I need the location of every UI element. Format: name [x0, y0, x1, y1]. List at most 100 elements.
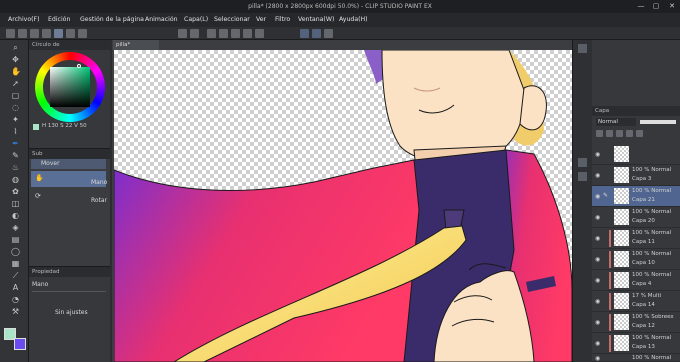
layer-row[interactable]: ◉ 100 % Normal Capa 20: [592, 207, 680, 228]
menu-capa[interactable]: Capa(L): [184, 13, 208, 27]
hand-icon[interactable]: ✋: [11, 67, 21, 76]
fill-selection-icon[interactable]: [231, 29, 240, 38]
save-icon[interactable]: [30, 29, 39, 38]
eye-icon[interactable]: ◉: [595, 235, 600, 242]
snap-special-ruler-icon[interactable]: [312, 29, 321, 38]
eye-icon[interactable]: ◉: [595, 214, 600, 221]
blend-icon[interactable]: ◐: [11, 211, 20, 220]
layer-mode: 100 % Normal: [632, 272, 672, 278]
clip-layer-icon[interactable]: [596, 130, 603, 137]
tool-property-tab[interactable]: Propiedad: [32, 269, 59, 275]
clear-icon[interactable]: [207, 29, 216, 38]
eye-icon[interactable]: ◉: [595, 256, 600, 263]
menu-edicion[interactable]: Edición: [48, 13, 70, 27]
menu-animacion[interactable]: Animación: [145, 13, 178, 27]
lock-icon[interactable]: [616, 130, 623, 137]
menu-gestion-pagina[interactable]: Gestión de la página: [80, 13, 144, 27]
invert-selection-icon[interactable]: [255, 29, 264, 38]
correction-icon[interactable]: ⚒: [11, 307, 20, 316]
layer-row[interactable]: ◉ 100 % Normal Capa 11: [592, 228, 680, 249]
layer-row[interactable]: ◉: [592, 144, 680, 165]
pencil-icon[interactable]: ✎: [11, 151, 20, 160]
balloon-icon[interactable]: ◔: [11, 295, 20, 304]
redo-icon[interactable]: [190, 29, 199, 38]
layer-search-icon[interactable]: [578, 172, 587, 181]
eyedropper-icon[interactable]: ⌇: [11, 127, 20, 136]
decoration-icon[interactable]: ✿: [11, 187, 20, 196]
open-file-icon[interactable]: [18, 29, 27, 38]
figure-icon[interactable]: ◯: [11, 247, 20, 256]
menu-ver[interactable]: Ver: [256, 13, 266, 27]
menu-ayuda[interactable]: Ayuda(H): [339, 13, 368, 27]
layer-row[interactable]: ◉ 17 % Multi Capa 14: [592, 291, 680, 312]
eraser-icon[interactable]: ◫: [11, 199, 20, 208]
deselect-icon[interactable]: [243, 29, 252, 38]
brush-icon[interactable]: ♨: [11, 163, 20, 172]
subtool-group[interactable]: Mover: [31, 159, 106, 169]
gradient-icon[interactable]: ▤: [11, 235, 20, 244]
minimize-button[interactable]: —: [634, 0, 648, 13]
menu-ventana[interactable]: Ventana(W): [298, 13, 334, 27]
snap-ruler-icon[interactable]: [300, 29, 309, 38]
airbrush-icon[interactable]: ◍: [11, 175, 20, 184]
layer-row[interactable]: ◉ 100 % Sobreex Capa 12: [592, 312, 680, 333]
lock-transparency-icon[interactable]: [626, 130, 633, 137]
subtool-tab[interactable]: Sub: [32, 151, 42, 157]
maximize-button[interactable]: ▢: [649, 0, 663, 13]
close-button[interactable]: ✕: [665, 0, 679, 13]
eye-icon[interactable]: ◉: [595, 151, 600, 158]
share-icon[interactable]: [78, 29, 87, 38]
menu-filtro[interactable]: Filtro: [275, 13, 290, 27]
operation-icon[interactable]: ➚: [11, 79, 20, 88]
reference-layer-icon[interactable]: [606, 130, 613, 137]
sub-color-swatch[interactable]: [14, 338, 26, 350]
layer-row[interactable]: ◉ 100 % Normal Capa 13: [592, 333, 680, 354]
menu-archivo[interactable]: Archivo(F): [8, 13, 40, 27]
layer-row[interactable]: ◉ 100 % Normal Capa 4: [592, 270, 680, 291]
fill-icon[interactable]: ◈: [11, 223, 20, 232]
subtool-item-rotar[interactable]: ⟳ Rotar: [31, 189, 107, 205]
hue-cursor[interactable]: [77, 64, 81, 68]
asset-icon[interactable]: [66, 29, 75, 38]
layer-row-selected[interactable]: ◉ ✎ 100 % Normal Capa 21: [592, 186, 680, 207]
tool-strip: ⌕ ✥ ✋ ➚ ▢ ◌ ✦ ⌇ ✒ ✎ ♨ ◍ ✿ ◫ ◐ ◈ ▤ ◯ ▦ ⟋ …: [0, 40, 29, 362]
clip-studio-icon[interactable]: [42, 29, 51, 38]
document-tab[interactable]: pilla*: [113, 40, 159, 50]
layer-panel-tab[interactable]: Capa: [595, 108, 609, 114]
color-panel-tab[interactable]: Círculo de: [32, 42, 60, 48]
eye-icon[interactable]: ◉: [595, 193, 600, 200]
lasso-icon[interactable]: ◌: [11, 103, 20, 112]
eye-icon[interactable]: ◉: [595, 319, 600, 326]
frame-icon[interactable]: ▦: [11, 259, 20, 268]
layer-row[interactable]: ◉ 100 % Normal Capa 10: [592, 249, 680, 270]
ruler-icon[interactable]: ⟋: [11, 271, 20, 280]
layer-row[interactable]: ◉ 100 % Normal: [592, 354, 680, 362]
drawing-canvas[interactable]: [114, 50, 572, 362]
opacity-slider[interactable]: [640, 120, 676, 124]
subtool-item-mano[interactable]: ✋ Mano: [31, 171, 107, 187]
settings-icon[interactable]: [54, 29, 63, 38]
mask-icon[interactable]: [636, 130, 643, 137]
move-icon[interactable]: ✥: [11, 55, 20, 64]
navigator-icon[interactable]: [578, 44, 587, 53]
new-file-icon[interactable]: [6, 29, 15, 38]
eye-icon[interactable]: ◉: [595, 355, 600, 362]
eye-icon[interactable]: ◉: [595, 340, 600, 347]
eye-icon[interactable]: ◉: [595, 277, 600, 284]
eye-icon[interactable]: ◉: [595, 172, 600, 179]
blend-mode-select[interactable]: Normal: [596, 118, 636, 126]
text-icon[interactable]: A: [11, 283, 20, 292]
layer-row[interactable]: ◉ 100 % Normal Capa 3: [592, 165, 680, 186]
saturation-value-square[interactable]: [50, 67, 90, 107]
pen-icon[interactable]: ✒: [11, 139, 20, 148]
snap-grid-icon[interactable]: [324, 29, 333, 38]
hand-icon: ✋: [35, 174, 44, 182]
eye-icon[interactable]: ◉: [595, 298, 600, 305]
undo-icon[interactable]: [178, 29, 187, 38]
selection-icon[interactable]: ▢: [11, 91, 20, 100]
menu-seleccionar[interactable]: Seleccionar: [214, 13, 250, 27]
zoom-icon[interactable]: ⌕: [11, 43, 20, 52]
layer-property-icon[interactable]: [578, 158, 587, 167]
transform-icon[interactable]: [219, 29, 228, 38]
wand-icon[interactable]: ✦: [11, 115, 20, 124]
